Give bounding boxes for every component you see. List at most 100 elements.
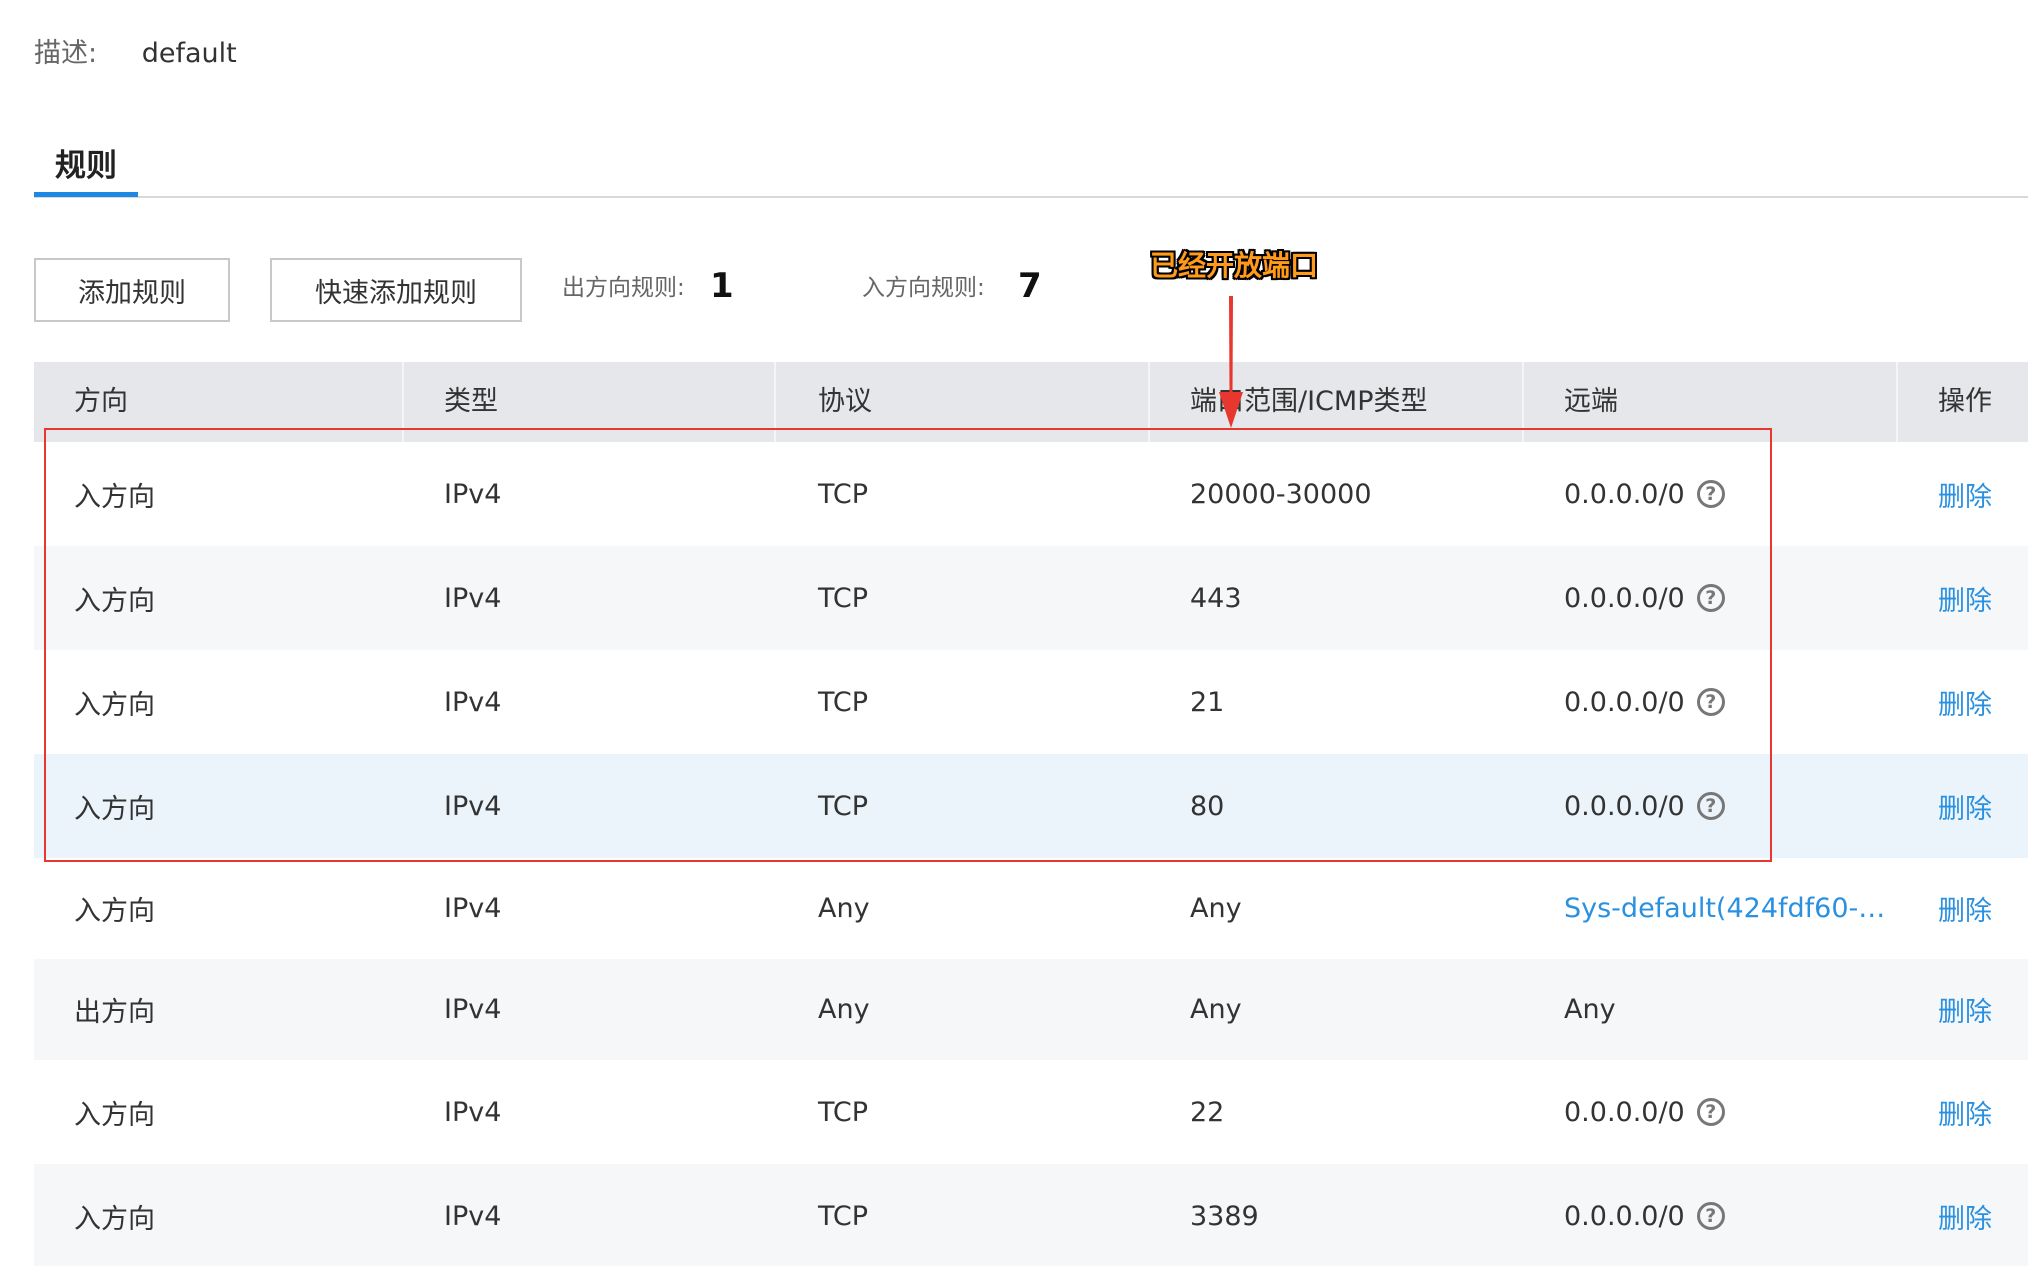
cell-actions: 删除 — [1898, 1060, 1992, 1164]
help-icon[interactable]: ? — [1696, 584, 1725, 612]
cell-port-range: 3389 — [1190, 1200, 1259, 1232]
cell-remote: 0.0.0.0/0 ? — [1524, 650, 1725, 754]
cell-type: IPv4 — [444, 994, 502, 1025]
cell-port-range: 20000-30000 — [1190, 478, 1372, 510]
cell-protocol: Any — [818, 994, 870, 1025]
delete-rule-link[interactable]: 删除 — [1938, 787, 1992, 826]
remote-value: 0.0.0.0/0 — [1564, 1096, 1685, 1128]
table-row: 入方向 IPv4 TCP 21 0.0.0.0/0 ? 删除 — [34, 650, 2028, 754]
delete-rule-link[interactable]: 删除 — [1938, 683, 1992, 722]
active-tab-indicator — [34, 192, 138, 197]
remote-value: 0.0.0.0/0 — [1564, 686, 1685, 718]
column-header-port-range: 端口范围/ICMP类型 — [1190, 386, 1428, 417]
help-icon[interactable]: ? — [1696, 1202, 1725, 1230]
cell-type: IPv4 — [444, 1096, 502, 1128]
cell-direction: 入方向 — [74, 896, 155, 927]
remote-value: 0.0.0.0/0 — [1564, 1200, 1685, 1232]
tab-bar — [34, 196, 2028, 198]
cell-direction: 入方向 — [74, 1099, 155, 1131]
table-row: 入方向 IPv4 TCP 80 0.0.0.0/0 ? 删除 — [34, 754, 2028, 858]
delete-rule-link[interactable]: 删除 — [1938, 990, 1992, 1029]
remote-security-group-link[interactable]: Sys-default(424fdf60-… — [1564, 857, 1885, 961]
cell-port-range: Any — [1190, 994, 1242, 1025]
delete-rule-link[interactable]: 删除 — [1938, 889, 1992, 928]
table-row: 入方向 IPv4 TCP 443 0.0.0.0/0 ? 删除 — [34, 546, 2028, 650]
cell-protocol: TCP — [818, 1096, 869, 1128]
cell-protocol: TCP — [818, 686, 869, 718]
cell-direction: 入方向 — [74, 585, 155, 617]
remote-value: 0.0.0.0/0 — [1564, 582, 1685, 614]
outbound-rules-label: 出方向规则: — [562, 275, 685, 301]
inbound-rules-count: 7 — [1018, 266, 1042, 306]
cell-remote: 0.0.0.0/0 ? — [1524, 546, 1725, 650]
cell-port-range: 80 — [1190, 790, 1225, 822]
cell-remote: 0.0.0.0/0 ? — [1524, 754, 1725, 858]
outbound-rules-count: 1 — [710, 266, 734, 306]
cell-actions: 删除 — [1898, 546, 1992, 650]
cell-protocol: Any — [818, 893, 870, 924]
help-icon[interactable]: ? — [1696, 480, 1725, 508]
table-row: 入方向 IPv4 TCP 20000-30000 0.0.0.0/0 ? 删除 — [34, 442, 2028, 546]
delete-rule-link[interactable]: 删除 — [1938, 1093, 1992, 1132]
cell-port-range: 22 — [1190, 1096, 1225, 1128]
cell-port-range: 443 — [1190, 582, 1242, 614]
delete-rule-link[interactable]: 删除 — [1938, 579, 1992, 618]
security-group-page: 描述: default 规则 添加规则 快速添加规则 出方向规则: 1 入方向规… — [0, 0, 2028, 1266]
add-rule-button[interactable]: 添加规则 — [34, 258, 230, 322]
column-divider — [774, 362, 776, 442]
help-icon[interactable]: ? — [1696, 792, 1725, 820]
cell-actions: 删除 — [1898, 959, 1992, 1060]
description-line: 描述: default — [34, 36, 237, 72]
cell-type: IPv4 — [444, 893, 502, 924]
delete-rule-link[interactable]: 删除 — [1938, 1197, 1992, 1236]
cell-actions: 删除 — [1898, 858, 1992, 959]
cell-port-range: 21 — [1190, 686, 1225, 718]
table-row: 出方向 IPv4 Any Any Any 删除 — [34, 959, 2028, 1060]
cell-actions: 删除 — [1898, 650, 1992, 754]
cell-direction: 入方向 — [74, 1203, 155, 1235]
delete-rule-link[interactable]: 删除 — [1938, 475, 1992, 514]
annotation-arrow-icon — [1219, 296, 1243, 428]
remote-value: 0.0.0.0/0 — [1564, 478, 1685, 510]
column-header-remote: 远端 — [1564, 386, 1618, 417]
help-icon[interactable]: ? — [1696, 1098, 1725, 1126]
cell-actions: 删除 — [1898, 754, 1992, 858]
cell-remote: 0.0.0.0/0 ? — [1524, 1060, 1725, 1164]
description-label: 描述: — [34, 38, 98, 69]
table-header: 方向 类型 协议 端口范围/ICMP类型 远端 操作 — [34, 362, 2028, 442]
table-row: 入方向 IPv4 Any Any Sys-default(424fdf60-… … — [34, 858, 2028, 959]
cell-type: IPv4 — [444, 478, 502, 510]
rules-table: 方向 类型 协议 端口范围/ICMP类型 远端 操作 入方向 IPv4 TCP … — [34, 362, 2028, 1266]
description-value: default — [141, 38, 237, 69]
column-header-actions: 操作 — [1938, 386, 1992, 417]
cell-remote: Sys-default(424fdf60-… — [1524, 858, 1885, 959]
cell-type: IPv4 — [444, 790, 502, 822]
column-header-direction: 方向 — [74, 386, 128, 417]
table-row: 入方向 IPv4 TCP 3389 0.0.0.0/0 ? 删除 — [34, 1164, 2028, 1266]
annotation-label: 已经开放端口 — [1150, 249, 1319, 282]
inbound-rules-label: 入方向规则: — [862, 275, 985, 301]
cell-type: IPv4 — [444, 582, 502, 614]
cell-protocol: TCP — [818, 582, 869, 614]
cell-remote: Any — [1564, 994, 1616, 1025]
cell-protocol: TCP — [818, 1200, 869, 1232]
column-header-protocol: 协议 — [818, 386, 872, 417]
cell-protocol: TCP — [818, 478, 869, 510]
cell-type: IPv4 — [444, 686, 502, 718]
cell-actions: 删除 — [1898, 442, 1992, 546]
cell-protocol: TCP — [818, 790, 869, 822]
quick-add-rule-button[interactable]: 快速添加规则 — [270, 258, 522, 322]
cell-remote: 0.0.0.0/0 ? — [1524, 1164, 1725, 1266]
cell-port-range: Any — [1190, 893, 1242, 924]
cell-remote: 0.0.0.0/0 ? — [1524, 442, 1725, 546]
cell-direction: 入方向 — [74, 481, 155, 513]
tab-rules[interactable]: 规则 — [34, 144, 138, 188]
cell-direction: 出方向 — [74, 997, 155, 1028]
cell-type: IPv4 — [444, 1200, 502, 1232]
cell-direction: 入方向 — [74, 689, 155, 721]
cell-actions: 删除 — [1898, 1164, 1992, 1266]
help-icon[interactable]: ? — [1696, 688, 1725, 716]
table-row: 入方向 IPv4 TCP 22 0.0.0.0/0 ? 删除 — [34, 1060, 2028, 1164]
remote-value: 0.0.0.0/0 — [1564, 790, 1685, 822]
cell-direction: 入方向 — [74, 793, 155, 825]
